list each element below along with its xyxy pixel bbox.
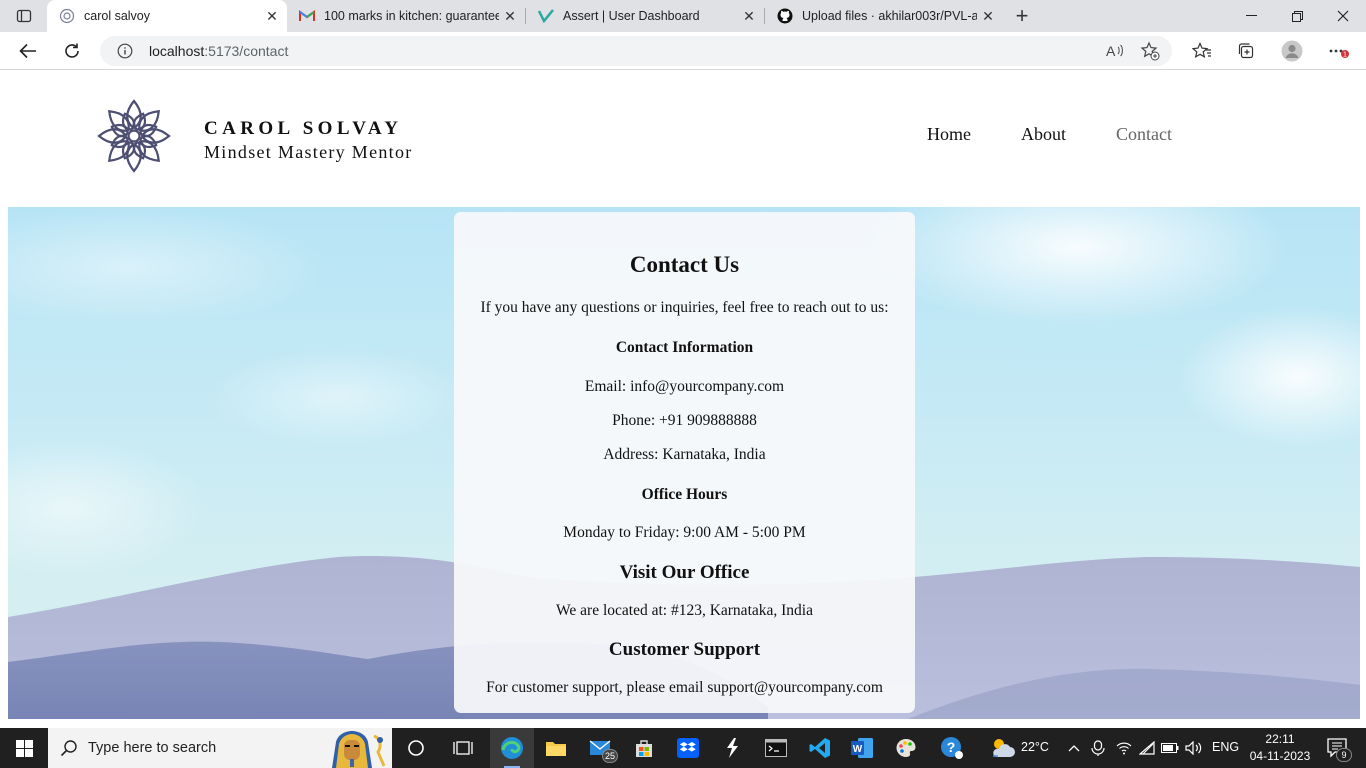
windows-taskbar: Type here to search 25 W ? 22°C ENG 22:1… [0, 728, 1366, 768]
chevron-up-icon[interactable] [1062, 728, 1086, 768]
svg-text:A: A [1106, 43, 1116, 59]
contact-address: Address: Karnataka, India [603, 446, 766, 463]
network-icon[interactable] [1136, 728, 1158, 768]
brand-name[interactable]: CAROL SOLVAY [204, 118, 402, 140]
cortana-icon[interactable] [394, 728, 438, 768]
meet-now-icon[interactable] [1087, 728, 1109, 768]
nav-home-link[interactable]: Home [927, 124, 971, 145]
new-tab-icon[interactable]: + [1010, 3, 1034, 28]
tab-title: Assert | User Dashboard [563, 9, 700, 23]
tab-actions-icon[interactable] [8, 5, 40, 27]
weather-icon[interactable] [980, 728, 1024, 768]
restore-icon[interactable] [1274, 0, 1320, 32]
contact-information-heading: Contact Information [615, 339, 754, 356]
site-header: CAROL SOLVAY Mindset Mastery Mentor Home… [0, 71, 1366, 207]
contact-intro: If you have any questions or inquiries, … [480, 299, 889, 316]
browser-toolbar: localhost:5173/contact A 1 [0, 32, 1366, 70]
close-tab-icon[interactable]: ✕ [738, 5, 760, 27]
favorites-icon[interactable] [1186, 35, 1218, 67]
clock[interactable]: 22:11 04-11-2023 [1243, 731, 1317, 765]
taskbar-search-input[interactable]: Type here to search [48, 728, 392, 768]
read-aloud-icon[interactable]: A [1105, 41, 1125, 61]
back-arrow-icon[interactable] [12, 35, 44, 67]
file-explorer-icon[interactable] [534, 728, 578, 768]
dropbox-icon[interactable] [666, 728, 710, 768]
power-automate-icon[interactable] [710, 728, 754, 768]
notification-center-icon[interactable]: 9 [1318, 728, 1358, 768]
contact-phone: Phone: +91 909888888 [612, 412, 757, 429]
nav-about-link[interactable]: About [1021, 124, 1066, 145]
minimize-icon[interactable] [1228, 0, 1274, 32]
github-favicon-icon [777, 8, 793, 24]
close-tab-icon[interactable]: ✕ [499, 5, 521, 27]
lotus-favicon-icon [59, 8, 75, 24]
search-highlight-pharaoh-icon[interactable] [324, 728, 390, 768]
customer-support-heading: Customer Support [608, 639, 761, 660]
search-placeholder: Type here to search [88, 740, 217, 756]
browser-tab-strip: carol salvoy ✕ 100 marks in kitchen: gua… [0, 0, 1366, 32]
collections-icon[interactable] [1230, 35, 1262, 67]
weather-temperature[interactable]: 22°C [1021, 740, 1049, 754]
svg-text:W: W [853, 744, 863, 755]
site-info-icon[interactable] [117, 43, 133, 59]
clock-date: 04-11-2023 [1249, 749, 1311, 763]
search-icon [60, 739, 78, 762]
contact-email[interactable]: Email: info@yourcompany.com [454, 378, 915, 396]
battery-icon[interactable] [1159, 728, 1181, 768]
close-tab-icon[interactable]: ✕ [261, 5, 283, 27]
close-tab-icon[interactable]: ✕ [977, 5, 999, 27]
mail-badge: 25 [602, 749, 618, 763]
svg-text:1: 1 [1343, 52, 1347, 59]
profile-avatar-icon[interactable] [1276, 35, 1308, 67]
tab-title: 100 marks in kitchen: guaranteed [324, 9, 499, 23]
terminal-icon[interactable] [754, 728, 798, 768]
help-icon[interactable]: ? [930, 728, 974, 768]
settings-menu-icon[interactable]: 1 [1322, 35, 1354, 67]
svg-text:?: ? [947, 739, 956, 755]
refresh-icon[interactable] [56, 35, 88, 67]
add-favorite-icon[interactable] [1140, 41, 1160, 61]
office-hours-text: Monday to Friday: 9:00 AM - 5:00 PM [563, 524, 806, 541]
visit-office-heading: Visit Our Office [619, 562, 750, 583]
windows-start-icon[interactable] [0, 728, 48, 768]
tab-carol-salvoy[interactable]: carol salvoy ✕ [47, 0, 287, 32]
clock-time: 22:11 [1265, 732, 1295, 746]
task-view-icon[interactable] [441, 728, 485, 768]
wifi-icon[interactable] [1113, 728, 1135, 768]
contact-heading: Contact Us [629, 252, 740, 277]
contact-card: Contact Us If you have any questions or … [454, 212, 915, 713]
url-text: localhost:5173/contact [149, 43, 288, 59]
address-bar[interactable]: localhost:5173/contact A [100, 36, 1172, 66]
volume-icon[interactable] [1183, 728, 1205, 768]
tab-title: carol salvoy [84, 9, 150, 23]
word-icon[interactable]: W [840, 728, 884, 768]
assert-favicon-icon [538, 8, 554, 24]
microsoft-store-icon[interactable] [622, 728, 666, 768]
office-hours-heading: Office Hours [641, 486, 728, 503]
visit-office-text: We are located at: #123, Karnataka, Indi… [556, 602, 813, 619]
paint-icon[interactable] [884, 728, 928, 768]
tab-assert-dashboard[interactable]: Assert | User Dashboard ✕ [526, 0, 764, 32]
tab-github-upload[interactable]: Upload files · akhilar003r/PVL-ass ✕ [765, 0, 1003, 32]
language-indicator[interactable]: ENG [1212, 740, 1239, 754]
tab-title: Upload files · akhilar003r/PVL-ass [802, 9, 977, 23]
url-host: localhost [149, 43, 205, 59]
nav-contact-link[interactable]: Contact [1116, 124, 1172, 145]
brand-tagline: Mindset Mastery Mentor [204, 142, 413, 162]
vscode-icon[interactable] [798, 728, 842, 768]
tab-gmail[interactable]: 100 marks in kitchen: guaranteed ✕ [287, 0, 525, 32]
close-window-icon[interactable] [1320, 0, 1366, 32]
edge-browser-icon[interactable] [490, 728, 534, 768]
customer-support-text: For customer support, please email suppo… [486, 679, 883, 696]
url-path: :5173/contact [204, 43, 289, 59]
gmail-favicon-icon [299, 8, 315, 24]
mail-icon[interactable]: 25 [578, 728, 622, 768]
lotus-logo-icon[interactable] [96, 98, 172, 174]
notification-count-badge: 9 [1336, 748, 1352, 762]
